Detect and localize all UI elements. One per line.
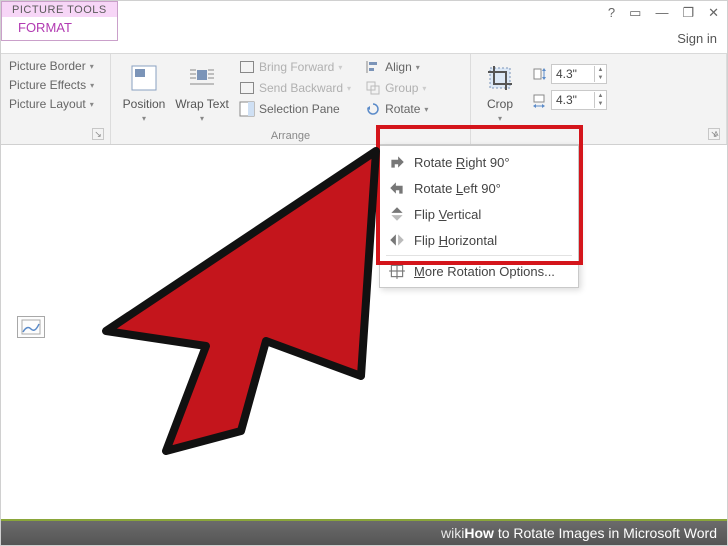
caption-text: wikiHow to Rotate Images in Microsoft Wo… [441, 525, 717, 541]
group-icon [365, 80, 381, 96]
picture-layout-button[interactable]: Picture Layout ▾ [7, 96, 104, 112]
flip-vertical-icon [388, 206, 406, 222]
spinner-up[interactable]: ▲ [594, 66, 606, 74]
app-frame: ? ▭ — ❐ ✕ PICTURE TOOLS FORMAT Sign in P… [0, 0, 728, 546]
align-button[interactable]: Align ▾ [363, 58, 430, 76]
chevron-down-icon: ▾ [90, 100, 94, 109]
group-button[interactable]: Group ▾ [363, 79, 430, 97]
picture-effects-button[interactable]: Picture Effects ▾ [7, 77, 104, 93]
layout-options-badge[interactable] [17, 316, 45, 338]
crop-button[interactable]: Crop ▾ [477, 58, 523, 123]
close-button[interactable]: ✕ [708, 5, 719, 21]
crop-icon [484, 62, 516, 94]
bring-forward-button[interactable]: Bring Forward ▾ [237, 58, 353, 76]
menu-flip-horizontal[interactable]: Flip Horizontal [380, 227, 578, 253]
width-field[interactable] [552, 93, 594, 107]
dialog-launcher[interactable]: ↘ [92, 128, 104, 140]
group-label-size: ↘ [477, 140, 720, 142]
menu-label: Rotate Right 90° [414, 155, 510, 170]
wrap-text-label: Wrap Text [175, 97, 229, 111]
rotate-menu: Rotate Right 90° Rotate Left 90° Flip Ve… [379, 145, 579, 288]
chevron-down-icon: ▾ [416, 63, 420, 72]
bring-forward-icon [239, 59, 255, 75]
menu-rotate-right-90[interactable]: Rotate Right 90° [380, 149, 578, 175]
ribbon: Picture Border ▾ Picture Effects ▾ Picture… [1, 53, 727, 145]
chevron-down-icon: ▾ [90, 62, 94, 71]
contextual-tab-title: PICTURE TOOLS [1, 1, 118, 17]
group-arrange: Position ▾ Wrap Text ▾ Bring Forward ▾ [111, 54, 471, 144]
group-label-arrange: Arrange [117, 128, 464, 142]
height-input[interactable]: ▲▼ [551, 64, 607, 84]
group-label-text: Group [385, 81, 418, 95]
document-area[interactable] [1, 146, 727, 519]
picture-border-label: Picture Border [9, 59, 86, 73]
height-field[interactable] [552, 67, 594, 81]
bring-forward-label: Bring Forward [259, 60, 334, 74]
align-icon [365, 59, 381, 75]
picture-layout-label: Picture Layout [9, 97, 86, 111]
chevron-down-icon: ▾ [424, 105, 428, 114]
menu-label: Flip Horizontal [414, 233, 497, 248]
spinner-up[interactable]: ▲ [594, 92, 606, 100]
restore-button[interactable]: ❐ [682, 5, 694, 21]
wrap-text-button[interactable]: Wrap Text ▾ [175, 58, 229, 123]
more-rotation-icon [388, 263, 406, 279]
sign-in-link[interactable]: Sign in [677, 31, 717, 46]
rotate-left-icon [388, 180, 406, 196]
position-label: Position [123, 97, 166, 111]
selection-pane-icon [239, 101, 255, 117]
ribbon-display-options[interactable]: ▭ [629, 5, 641, 21]
menu-label: More Rotation Options... [414, 264, 555, 279]
menu-more-rotation-options[interactable]: More Rotation Options... [380, 258, 578, 284]
picture-border-button[interactable]: Picture Border ▾ [7, 58, 104, 74]
picture-effects-label: Picture Effects [9, 78, 86, 92]
position-icon [128, 62, 160, 94]
chevron-down-icon: ▾ [200, 114, 204, 123]
contextual-tab: PICTURE TOOLS FORMAT [1, 1, 118, 41]
chevron-down-icon: ▾ [90, 81, 94, 90]
align-label: Align [385, 60, 412, 74]
selection-pane-button[interactable]: Selection Pane [237, 100, 353, 118]
collapse-ribbon-button[interactable]: ˄ [713, 129, 719, 140]
width-icon [531, 92, 547, 108]
chevron-down-icon: ▾ [347, 84, 351, 93]
send-backward-icon [239, 80, 255, 96]
selection-pane-label: Selection Pane [259, 102, 340, 116]
wrap-text-icon [186, 62, 218, 94]
rotate-right-icon [388, 154, 406, 170]
group-label: ↘ [7, 140, 104, 142]
rotate-label: Rotate [385, 102, 420, 116]
spinner-down[interactable]: ▼ [594, 100, 606, 108]
group-picture-styles: Picture Border ▾ Picture Effects ▾ Picture… [1, 54, 111, 144]
menu-flip-vertical[interactable]: Flip Vertical [380, 201, 578, 227]
send-backward-button[interactable]: Send Backward ▾ [237, 79, 353, 97]
caption-bar: wikiHow to Rotate Images in Microsoft Wo… [1, 519, 727, 545]
height-icon [531, 66, 547, 82]
chevron-down-icon: ▾ [142, 114, 146, 123]
group-size: Crop ▾ ▲▼ ▲▼ [471, 54, 727, 144]
width-input[interactable]: ▲▼ [551, 90, 607, 110]
rotate-icon [365, 101, 381, 117]
chevron-down-icon: ▾ [338, 63, 342, 72]
chevron-down-icon: ▾ [498, 114, 502, 123]
crop-label: Crop [487, 97, 513, 111]
rotate-button[interactable]: Rotate ▾ [363, 100, 430, 118]
menu-label: Flip Vertical [414, 207, 481, 222]
menu-label: Rotate Left 90° [414, 181, 501, 196]
position-button[interactable]: Position ▾ [117, 58, 171, 123]
menu-separator [386, 255, 572, 256]
spinner-down[interactable]: ▼ [594, 74, 606, 82]
menu-rotate-left-90[interactable]: Rotate Left 90° [380, 175, 578, 201]
flip-horizontal-icon [388, 232, 406, 248]
tab-format[interactable]: FORMAT [1, 17, 118, 41]
minimize-button[interactable]: — [655, 5, 668, 20]
send-backward-label: Send Backward [259, 81, 343, 95]
help-button[interactable]: ? [608, 5, 615, 20]
chevron-down-icon: ▾ [422, 84, 426, 93]
